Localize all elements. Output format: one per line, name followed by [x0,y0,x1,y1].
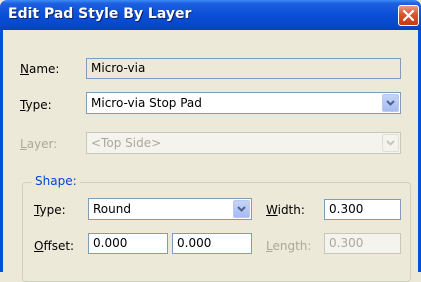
type-label: Type: [20,98,52,112]
chevron-down-icon [237,206,246,212]
close-icon [402,9,415,22]
shape-type-label: Type: [34,203,66,217]
close-button[interactable] [398,5,419,26]
shape-type-dropdown[interactable]: Round [88,198,252,220]
length-input[interactable]: 0.300 [324,233,401,254]
width-input[interactable]: 0.300 [324,199,401,220]
layer-dropdown-value: <Top Side> [91,136,162,150]
layer-dropdown-button[interactable] [382,134,399,152]
shape-type-value: Round [93,202,131,216]
layer-label: Layer: [20,137,58,151]
length-label: Length: [266,239,312,253]
name-label: Name: [20,62,60,76]
shape-group-title: Shape: [32,174,80,188]
offset-x-input[interactable]: 0.000 [88,233,168,254]
title-bar[interactable]: Edit Pad Style By Layer [0,0,421,30]
shape-groupbox [22,182,411,282]
width-label: Width: [266,203,305,217]
type-dropdown-value: Micro-via Stop Pad [91,96,202,110]
offset-y-input[interactable]: 0.000 [172,233,252,254]
name-field[interactable]: Micro-via [86,58,401,79]
window-title: Edit Pad Style By Layer [8,6,192,22]
window-frame-left [0,30,3,272]
chevron-down-icon [386,140,395,146]
offset-label: Offset: [34,239,75,253]
layer-dropdown[interactable]: <Top Side> [86,132,401,154]
shape-type-dropdown-button[interactable] [233,200,250,218]
type-dropdown[interactable]: Micro-via Stop Pad [86,92,401,114]
chevron-down-icon [386,100,395,106]
type-dropdown-button[interactable] [382,94,399,112]
